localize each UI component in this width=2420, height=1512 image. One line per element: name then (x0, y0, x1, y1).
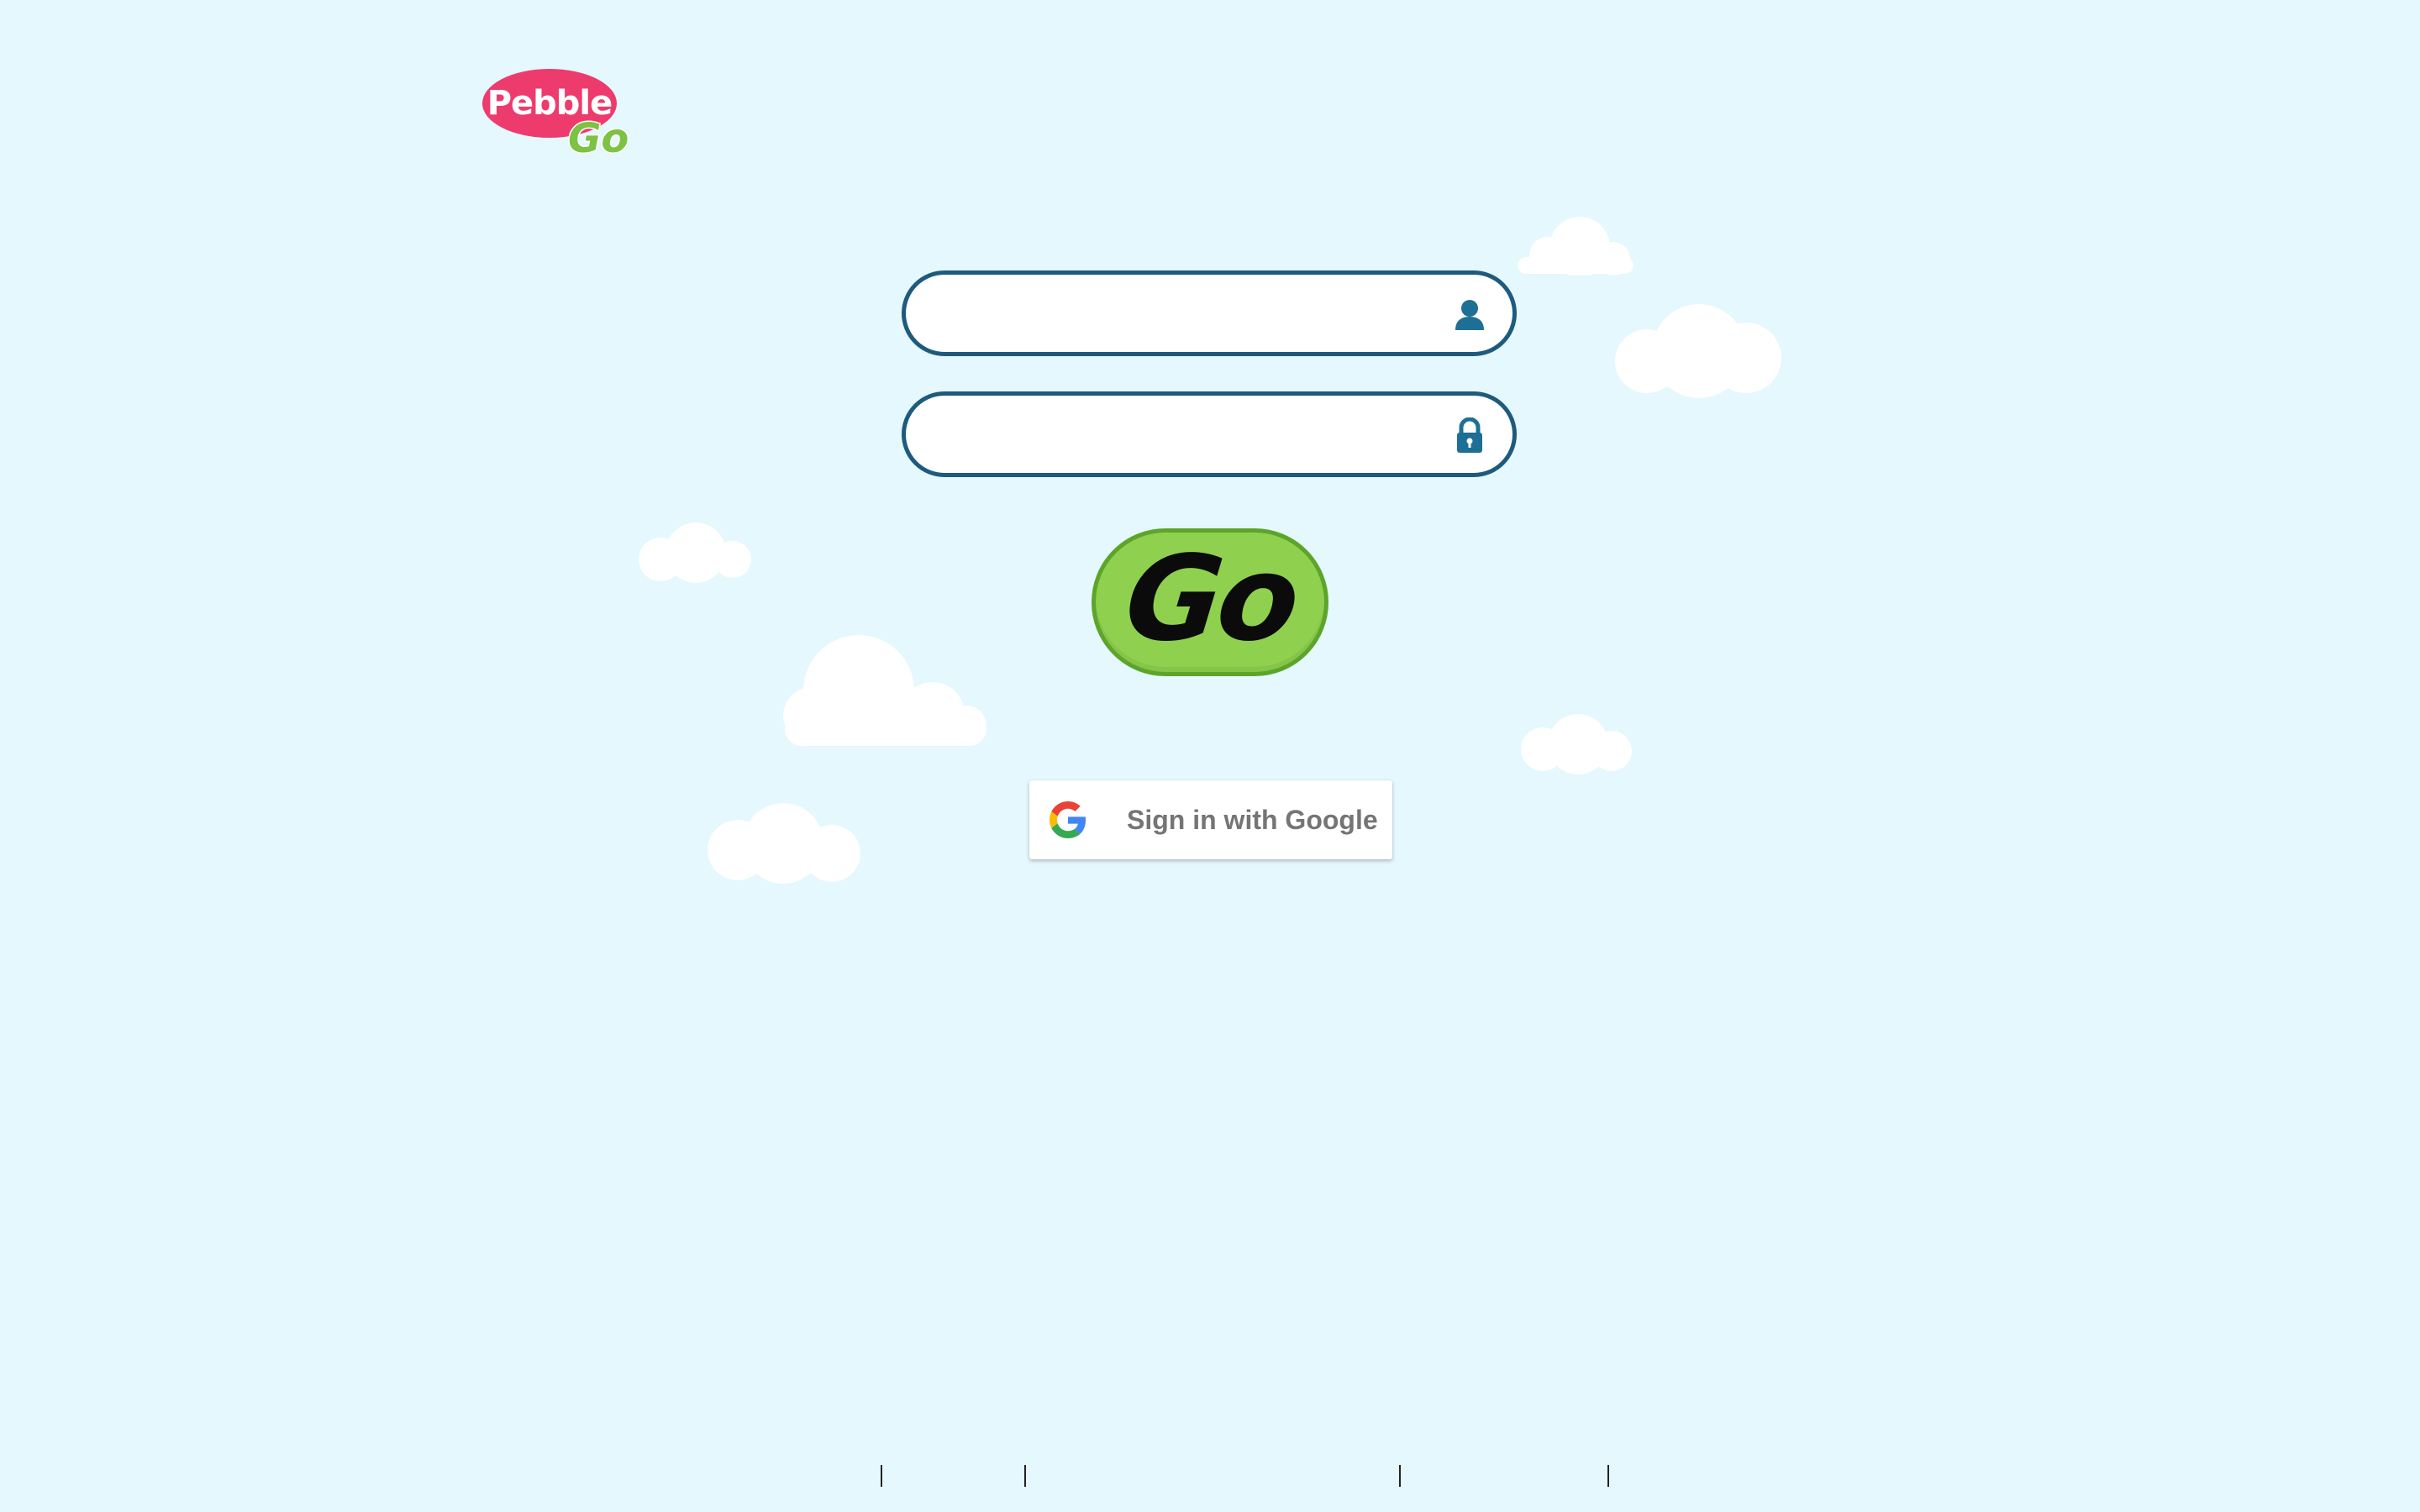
lock-icon (1454, 417, 1486, 453)
password-input[interactable] (934, 396, 1442, 475)
go-button[interactable]: Go (1092, 528, 1328, 676)
google-sign-in-label: Sign in with Google (1127, 805, 1378, 835)
logo-go-text: Go (566, 115, 629, 163)
footer-separator (1024, 1465, 1026, 1487)
cloud-decoration (637, 521, 753, 586)
pebblego-logo[interactable]: Pebble Go (482, 69, 635, 163)
login-page: Pebble Go Go Sign in with Google (0, 0, 2420, 1512)
footer-separator (1399, 1465, 1401, 1487)
cloud-decoration (1612, 302, 1785, 403)
google-g-icon (1050, 801, 1086, 838)
cloud-decoration (706, 801, 862, 887)
password-field[interactable] (902, 391, 1517, 477)
cloud-decoration (1514, 212, 1637, 276)
username-field[interactable] (902, 270, 1517, 356)
footer-separator (1607, 1465, 1609, 1487)
user-icon (1454, 298, 1486, 332)
go-button-label: Go (1118, 531, 1302, 668)
cloud-decoration (1518, 712, 1634, 778)
username-input[interactable] (934, 275, 1442, 354)
google-sign-in-button[interactable]: Sign in with Google (1029, 780, 1392, 859)
footer-separator (881, 1465, 882, 1487)
cloud-decoration (768, 632, 992, 746)
